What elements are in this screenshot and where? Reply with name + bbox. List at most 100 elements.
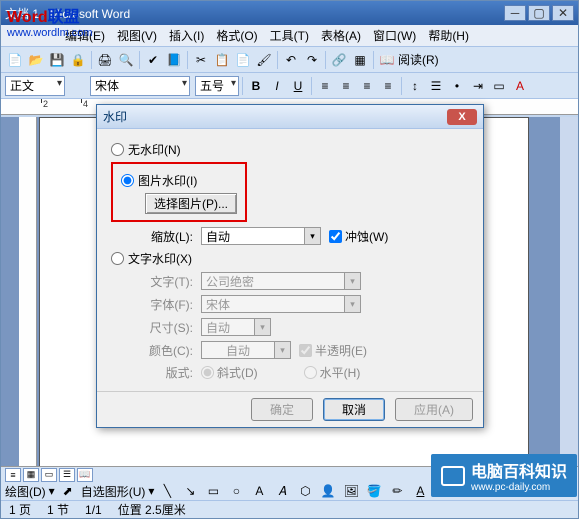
minimize-button[interactable]: ─ — [504, 5, 526, 21]
align-center-icon[interactable]: ≡ — [336, 76, 356, 96]
align-left-icon[interactable]: ≡ — [315, 76, 335, 96]
monitor-icon — [441, 466, 465, 486]
picture-icon[interactable]: 🖼 — [341, 481, 361, 501]
text-combo: 公司绝密▾ — [201, 272, 361, 290]
textbox-icon[interactable]: A — [249, 481, 269, 501]
copy-icon[interactable]: 📋 — [212, 50, 232, 70]
format-painter-icon[interactable]: 🖌 — [254, 50, 274, 70]
diagram-icon[interactable]: ⬡ — [295, 481, 315, 501]
borders-icon[interactable]: ▭ — [489, 76, 509, 96]
dialog-titlebar: 水印 X — [97, 105, 483, 129]
bold-icon[interactable]: B — [246, 76, 266, 96]
draw-menu[interactable]: 绘图(D) — [5, 483, 46, 500]
rectangle-icon[interactable]: ▭ — [203, 481, 223, 501]
menu-insert[interactable]: 插入(I) — [163, 25, 210, 46]
underline-icon[interactable]: U — [288, 76, 308, 96]
font-selector[interactable]: 宋体 — [90, 76, 190, 96]
open-icon[interactable]: 📂 — [26, 50, 46, 70]
horizontal-radio: 水平(H) — [304, 364, 361, 381]
maximize-button[interactable]: ▢ — [528, 5, 550, 21]
vertical-ruler — [19, 117, 37, 466]
watermark-brand-red: Word — [7, 9, 48, 26]
scale-combo[interactable]: 自动▾ — [201, 227, 321, 245]
no-watermark-label: 无水印(N) — [128, 141, 181, 158]
status-bar: 1 页 1 节 1/1 位置 2.5厘米 — [1, 500, 578, 518]
color-label: 颜色(C): — [141, 342, 193, 359]
new-icon[interactable]: 📄 — [5, 50, 25, 70]
no-watermark-radio[interactable] — [111, 143, 124, 156]
watermark-url: www.wordlm.com — [7, 27, 93, 39]
line-spacing-icon[interactable]: ↕ — [405, 76, 425, 96]
save-icon[interactable]: 💾 — [47, 50, 67, 70]
highlight-box: 图片水印(I) 选择图片(P)... — [111, 162, 247, 222]
menu-help[interactable]: 帮助(H) — [422, 25, 475, 46]
arrow-icon[interactable]: ↘ — [180, 481, 200, 501]
close-button[interactable]: ✕ — [552, 5, 574, 21]
select-picture-button[interactable]: 选择图片(P)... — [145, 193, 237, 214]
wordart-icon[interactable]: 𝐴 — [272, 481, 292, 501]
hyperlink-icon[interactable]: 🔗 — [329, 50, 349, 70]
dialog-footer: 确定 取消 应用(A) — [97, 391, 483, 427]
site-watermark: Word联盟 www.wordlm.com — [7, 3, 93, 39]
reading-layout-icon[interactable]: 📖 — [377, 50, 397, 70]
print-layout-icon[interactable]: ▭ — [41, 468, 57, 482]
line-color-icon[interactable]: ✏ — [387, 481, 407, 501]
picture-watermark-radio[interactable] — [121, 174, 134, 187]
select-objects-icon[interactable]: ⬈ — [58, 481, 78, 501]
ok-button[interactable]: 确定 — [251, 398, 313, 421]
outline-view-icon[interactable]: ☰ — [59, 468, 75, 482]
oval-icon[interactable]: ○ — [226, 481, 246, 501]
undo-icon[interactable]: ↶ — [281, 50, 301, 70]
text-watermark-radio[interactable] — [111, 252, 124, 265]
layout-label: 版式: — [141, 364, 193, 381]
table-icon[interactable]: ▦ — [350, 50, 370, 70]
banner-url: www.pc-daily.com — [471, 482, 567, 493]
reading-label[interactable]: 阅读(R) — [398, 51, 439, 68]
formatting-toolbar: 正文 宋体 五号 B I U ≡ ≡ ≡ ≡ ↕ ☰ • ⇥ ▭ A — [1, 73, 578, 99]
web-view-icon[interactable]: ▦ — [23, 468, 39, 482]
italic-icon[interactable]: I — [267, 76, 287, 96]
research-icon[interactable]: 📘 — [164, 50, 184, 70]
menu-format[interactable]: 格式(O) — [210, 25, 263, 46]
font-color-icon[interactable]: A — [410, 481, 430, 501]
redo-icon[interactable]: ↷ — [302, 50, 322, 70]
font-size-selector[interactable]: 五号 — [195, 76, 239, 96]
status-section: 1 节 — [47, 501, 69, 518]
numbering-icon[interactable]: ☰ — [426, 76, 446, 96]
dialog-close-button[interactable]: X — [447, 109, 477, 125]
autoshapes-menu[interactable]: 自选图形(U) — [81, 483, 146, 500]
justify-icon[interactable]: ≡ — [378, 76, 398, 96]
clipart-icon[interactable]: 👤 — [318, 481, 338, 501]
indent-icon[interactable]: ⇥ — [468, 76, 488, 96]
bullets-icon[interactable]: • — [447, 76, 467, 96]
banner-title: 电脑百科知识 — [471, 464, 567, 481]
cut-icon[interactable]: ✂ — [191, 50, 211, 70]
reading-view-icon[interactable]: 📖 — [77, 468, 93, 482]
status-position: 位置 2.5厘米 — [118, 501, 186, 518]
normal-view-icon[interactable]: ≡ — [5, 468, 21, 482]
fill-color-icon[interactable]: 🪣 — [364, 481, 384, 501]
washout-checkbox[interactable]: 冲蚀(W) — [329, 228, 388, 245]
font-combo: 宋体▾ — [201, 295, 361, 313]
line-icon[interactable]: ╲ — [157, 481, 177, 501]
menu-view[interactable]: 视图(V) — [111, 25, 163, 46]
status-page: 1 页 — [9, 501, 31, 518]
paste-icon[interactable]: 📄 — [233, 50, 253, 70]
dialog-title: 水印 — [103, 108, 447, 125]
vertical-scrollbar[interactable] — [560, 117, 578, 466]
style-selector[interactable]: 正文 — [5, 76, 65, 96]
highlight-icon[interactable]: A — [510, 76, 530, 96]
scale-label: 缩放(L): — [141, 228, 193, 245]
menu-table[interactable]: 表格(A) — [315, 25, 367, 46]
permission-icon[interactable]: 🔒 — [68, 50, 88, 70]
cancel-button[interactable]: 取消 — [323, 398, 385, 421]
spellcheck-icon[interactable]: ✔ — [143, 50, 163, 70]
menu-tools[interactable]: 工具(T) — [264, 25, 315, 46]
align-right-icon[interactable]: ≡ — [357, 76, 377, 96]
apply-button[interactable]: 应用(A) — [395, 398, 473, 421]
status-page-of: 1/1 — [85, 503, 102, 517]
preview-icon[interactable]: 🔍 — [116, 50, 136, 70]
menu-window[interactable]: 窗口(W) — [367, 25, 422, 46]
text-label: 文字(T): — [141, 273, 193, 290]
print-icon[interactable]: 🖨 — [95, 50, 115, 70]
